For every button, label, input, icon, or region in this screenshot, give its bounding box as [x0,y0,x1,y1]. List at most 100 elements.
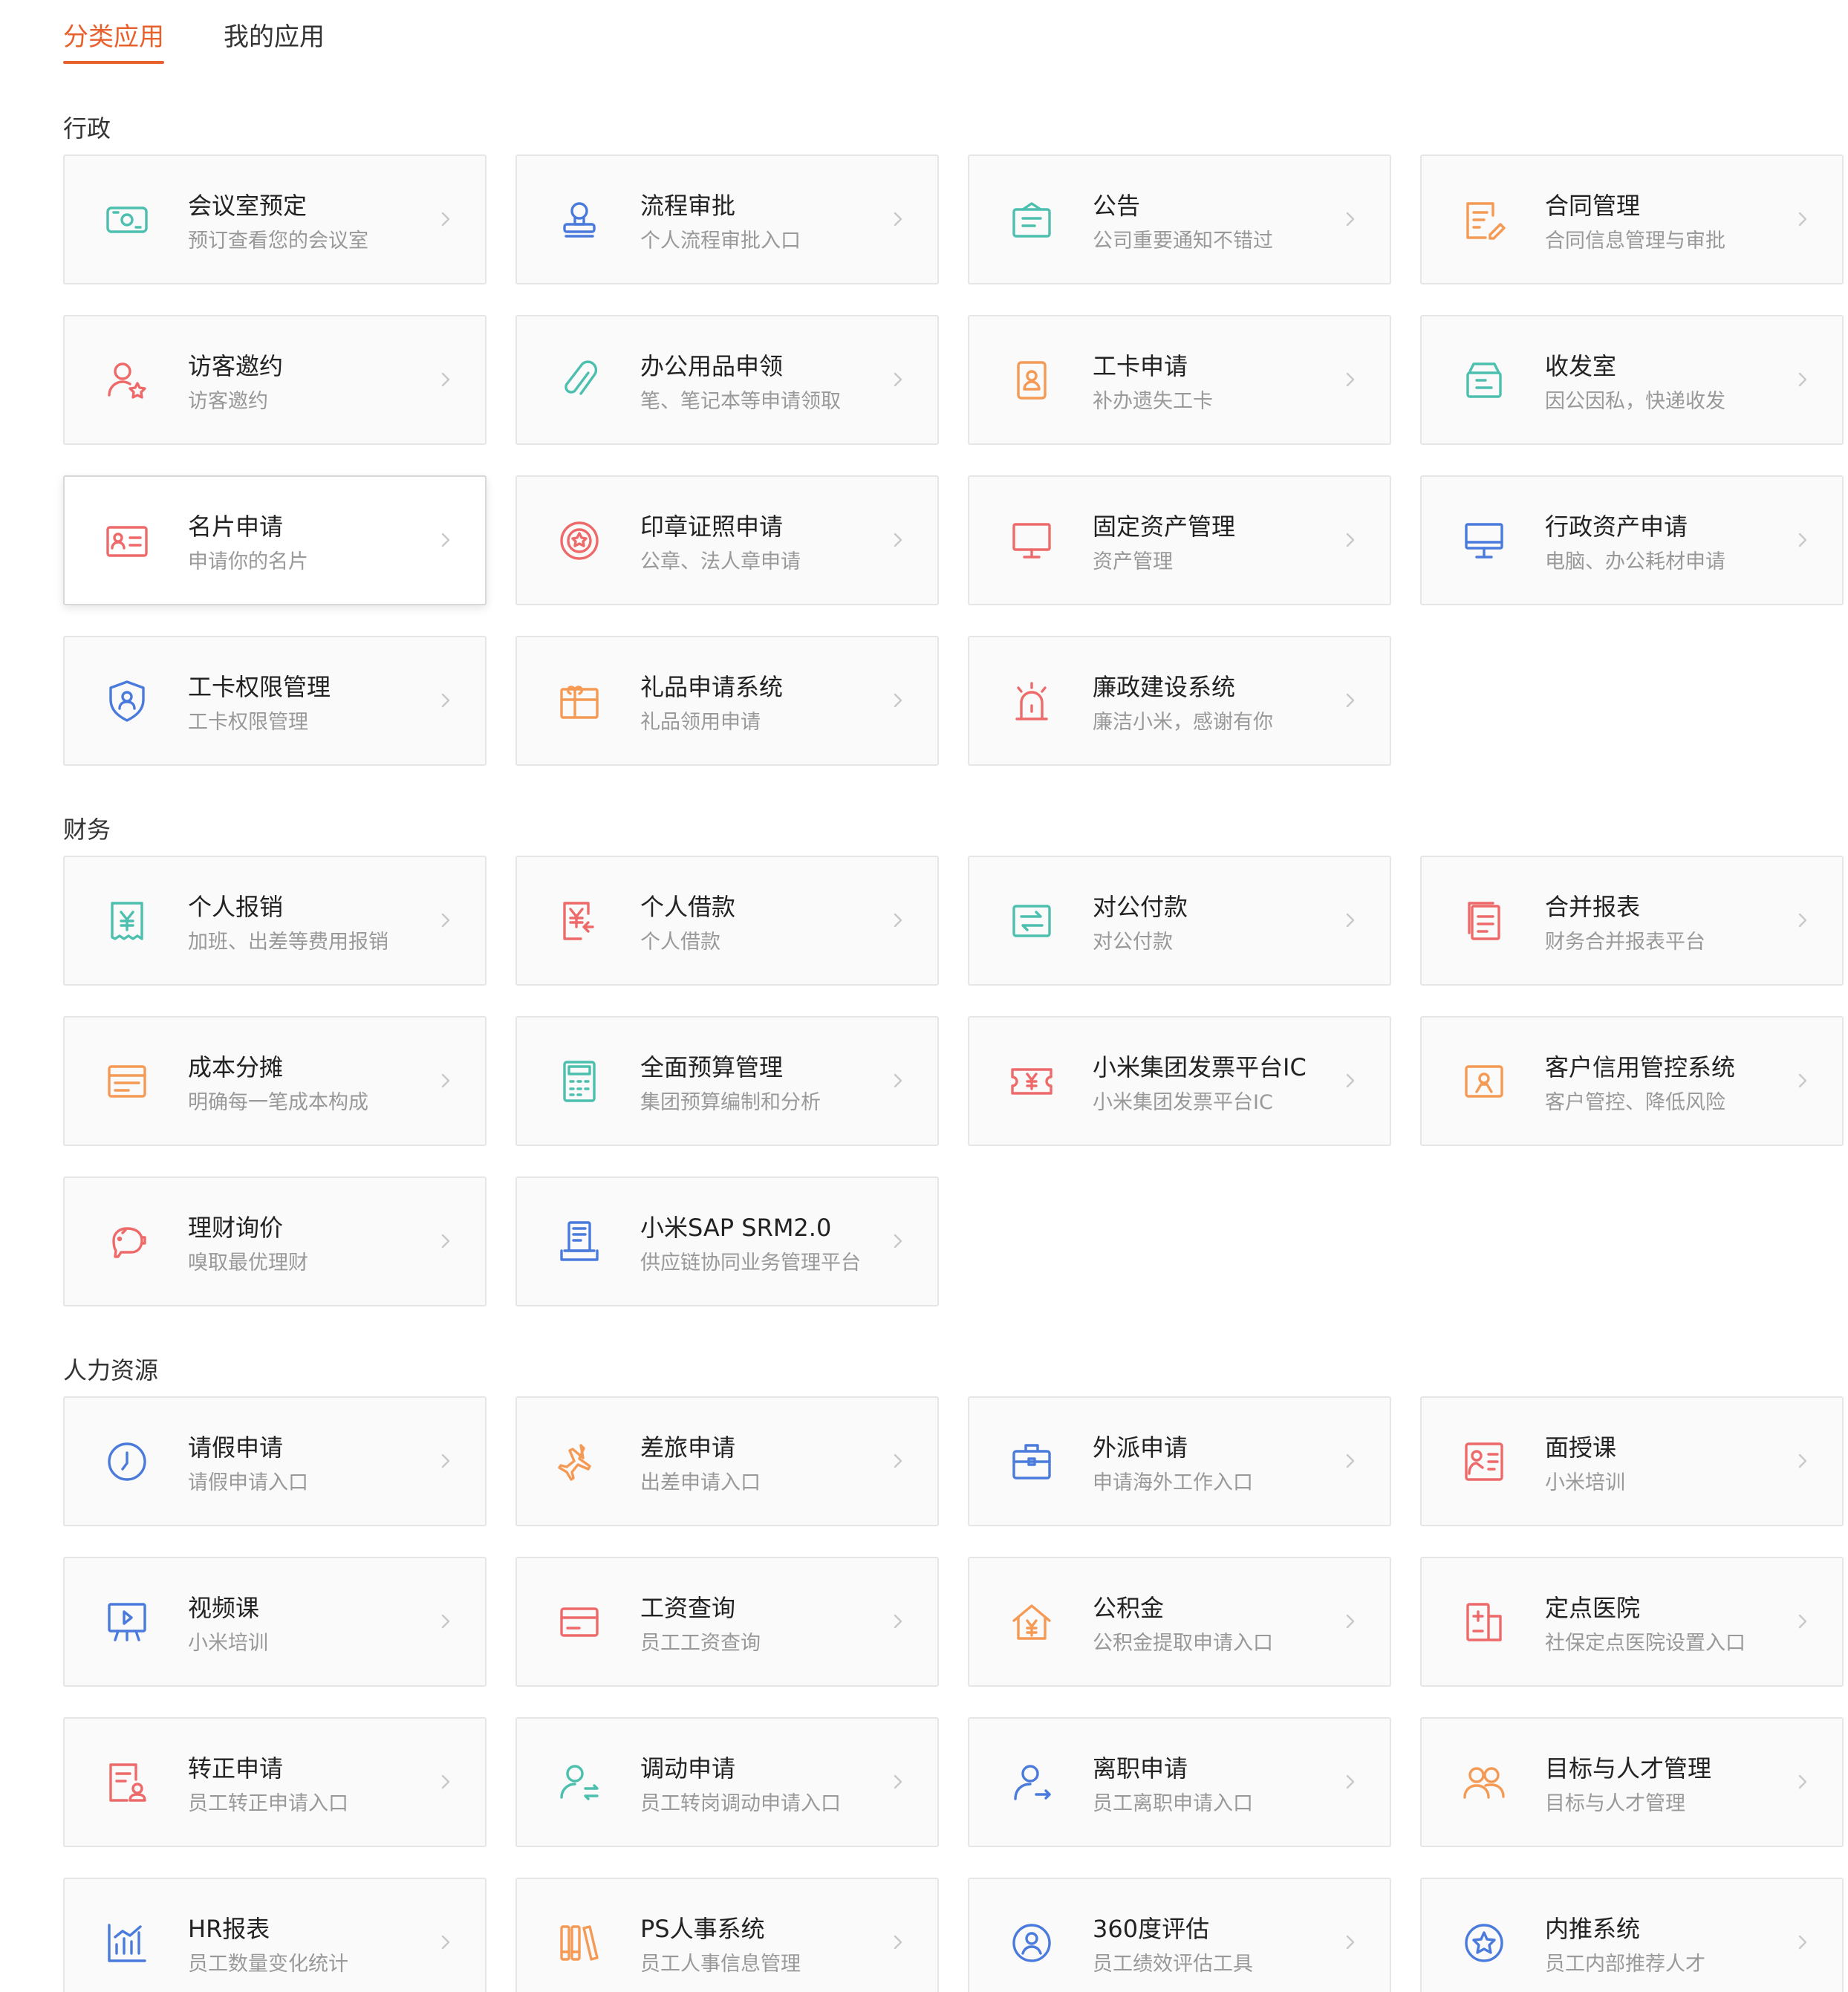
app-card[interactable]: 行政资产申请 电脑、办公耗材申请 [1420,475,1844,605]
cost-card-icon [103,1058,151,1105]
chevron-right-icon [1797,532,1808,548]
app-card[interactable]: 公告 公司重要通知不错过 [968,154,1391,284]
app-title: 会议室预定 [188,192,308,220]
app-card[interactable]: 定点医院 社保定点医院设置入口 [1420,1557,1844,1687]
app-card[interactable]: 内推系统 员工内部推荐人才 [1420,1878,1844,1992]
chevron-right-icon [893,692,903,709]
app-card[interactable]: 礼品申请系统礼品领用申请 [515,636,939,766]
app-card[interactable]: 外派申请 申请海外工作入口 [968,1396,1391,1526]
app-card[interactable]: 印章证照申请 公章、法人章申请 [515,475,939,605]
app-subtitle: 廉洁小米，感谢有你 [1093,711,1273,734]
app-card[interactable]: 小米SAP SRM2.0 供应链协同业务管理平台 [515,1176,939,1306]
app-card[interactable]: PS人事系统 员工人事信息管理 [515,1878,939,1992]
clock-icon [103,1438,151,1485]
app-title: 全面预算管理 [640,1053,784,1081]
app-card[interactable]: 理财询价 嗅取最优理财 [63,1176,487,1306]
app-subtitle: 个人流程审批入口 [640,230,801,253]
app-card[interactable]: 公积金 公积金提取申请入口 [968,1557,1391,1687]
app-subtitle: 客户管控、降低风险 [1545,1091,1725,1114]
app-card[interactable]: 全面预算管理 集团预算编制和分析 [515,1016,939,1146]
app-card[interactable]: 办公用品申领 笔、笔记本等申请领取 [515,315,939,445]
chevron-right-icon [440,1073,451,1089]
app-title: 礼品申请系统 [640,673,784,701]
app-card[interactable]: 工卡权限管理 工卡权限管理 [63,636,487,766]
monitor-icon [1008,517,1055,564]
chevron-right-icon [440,912,451,928]
transfer-icon [1008,897,1055,945]
app-card[interactable]: 转正申请员工转正申请入口 [63,1717,487,1847]
app-title: 客户信用管控系统 [1545,1053,1736,1081]
app-card[interactable]: 差旅申请 出差申请入口 [515,1396,939,1526]
app-title: 名片申请 [188,512,284,541]
house-yen-icon [1008,1598,1055,1646]
app-title: 工卡权限管理 [188,673,331,701]
app-subtitle: 加班、出差等费用报销 [188,931,388,954]
chevron-right-icon [893,211,903,227]
app-card[interactable]: 离职申请 员工离职申请入口 [968,1717,1391,1847]
app-card[interactable]: HR报表 员工数量变化统计 [63,1878,487,1992]
chevron-right-icon [893,1073,903,1089]
tab-categorized-apps[interactable]: 分类应用 [63,0,164,65]
invoice-ticket-icon [1008,1058,1055,1105]
chevron-right-icon [893,532,903,548]
app-title: 成本分摊 [188,1053,284,1081]
app-title: 行政资产申请 [1545,512,1688,541]
tab-my-apps[interactable]: 我的应用 [224,0,325,65]
app-subtitle: 社保定点医院设置入口 [1545,1632,1745,1655]
app-title: HR报表 [188,1915,270,1943]
app-card[interactable]: 个人借款 个人借款 [515,856,939,986]
app-subtitle: 对公付款 [1093,931,1173,954]
app-subtitle: 补办遗失工卡 [1093,390,1213,413]
app-subtitle: 礼品领用申请 [640,711,761,734]
app-card[interactable]: 名片申请 申请你的名片 [63,475,487,605]
app-card[interactable]: 360度评估 员工绩效评估工具 [968,1878,1391,1992]
app-subtitle: 员工离职申请入口 [1093,1792,1253,1815]
calculator-icon [556,1058,603,1105]
section-title: 财务 [63,816,111,844]
app-card[interactable]: 收发室 因公因私，快递收发 [1420,315,1844,445]
app-card[interactable]: 面授课 小米培训 [1420,1396,1844,1526]
business-card-icon [103,517,151,564]
star-circle-icon [1460,1919,1508,1967]
app-card[interactable]: 合同管理 合同信息管理与审批 [1420,154,1844,284]
app-subtitle: 合同信息管理与审批 [1545,230,1725,253]
app-card[interactable]: 固定资产管理 资产管理 [968,475,1391,605]
app-subtitle: 目标与人才管理 [1545,1792,1685,1815]
app-subtitle: 工卡权限管理 [188,711,308,734]
app-title: 转正申请 [188,1754,284,1783]
app-title: 内推系统 [1545,1915,1641,1943]
contract-edit-icon [1460,196,1508,244]
app-card[interactable]: 流程审批 个人流程审批入口 [515,154,939,284]
app-title: 差旅申请 [640,1433,736,1462]
chevron-right-icon [893,371,903,388]
app-card[interactable]: 小米集团发票平台IC 小米集团发票平台IC [968,1016,1391,1146]
app-card[interactable]: 合并报表 财务合并报表平台 [1420,856,1844,986]
app-title: 小米集团发票平台IC [1093,1053,1307,1081]
chevron-right-icon [1345,692,1356,709]
app-card[interactable]: 访客邀约 访客邀约 [63,315,487,445]
app-card[interactable]: 会议室预定预订查看您的会议室 [63,154,487,284]
app-card[interactable]: 客户信用管控系统客户管控、降低风险 [1420,1016,1844,1146]
app-subtitle: 小米集团发票平台IC [1093,1091,1273,1114]
app-card[interactable]: 对公付款 对公付款 [968,856,1391,986]
app-subtitle: 员工转正申请入口 [188,1792,348,1815]
supply-doc-icon [556,1218,603,1266]
app-title: 印章证照申请 [640,512,784,541]
app-title: 访客邀约 [188,352,284,380]
app-card[interactable]: 调动申请 员工转岗调动申请入口 [515,1717,939,1847]
users-icon [1460,1759,1508,1806]
app-subtitle: 访客邀约 [188,390,268,413]
app-subtitle: 预订查看您的会议室 [188,230,368,253]
chevron-right-icon [1797,1774,1808,1790]
app-card[interactable]: 目标与人才管理 目标与人才管理 [1420,1717,1844,1847]
app-card[interactable]: 工资查询 员工工资查询 [515,1557,939,1687]
app-card[interactable]: 个人报销 加班、出差等费用报销 [63,856,487,986]
app-card[interactable]: 请假申请 请假申请入口 [63,1396,487,1526]
app-card[interactable]: 视频课 小米培训 [63,1557,487,1687]
app-card[interactable]: 廉政建设系统 廉洁小米，感谢有你 [968,636,1391,766]
app-subtitle: 笔、笔记本等申请领取 [640,390,841,413]
app-card[interactable]: 成本分摊 明确每一笔成本构成 [63,1016,487,1146]
section-title: 行政 [63,114,111,143]
stamp-icon [556,196,603,244]
app-card[interactable]: 工卡申请 补办遗失工卡 [968,315,1391,445]
